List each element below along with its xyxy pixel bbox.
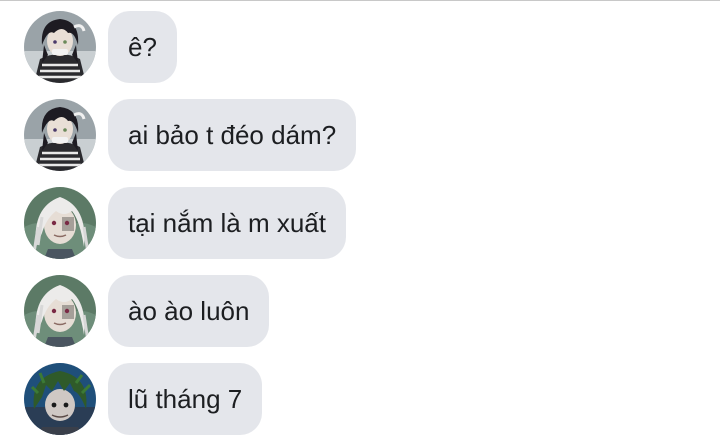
sender-dark-hair-avatar[interactable] [24, 99, 96, 171]
message-row: ê? [0, 11, 720, 83]
message-bubble[interactable]: ào ào luôn [108, 275, 270, 347]
sender-white-hair-avatar[interactable] [24, 275, 96, 347]
message-bubble[interactable]: tại nắm là m xuất [108, 187, 346, 259]
message-row: ai bảo t đéo dám? [0, 99, 720, 171]
message-bubble[interactable]: ai bảo t đéo dám? [108, 99, 357, 171]
sender-dark-hair-avatar[interactable] [24, 11, 96, 83]
sender-white-hair-avatar[interactable] [24, 187, 96, 259]
top-divider [0, 0, 720, 1]
message-bubble[interactable]: ê? [108, 11, 177, 83]
message-row: tại nắm là m xuất [0, 187, 720, 259]
message-row: lũ tháng 7 [0, 363, 720, 435]
message-bubble[interactable]: lũ tháng 7 [108, 363, 263, 435]
message-row: ào ào luôn [0, 275, 720, 347]
sender-green-hair-avatar[interactable] [24, 363, 96, 435]
